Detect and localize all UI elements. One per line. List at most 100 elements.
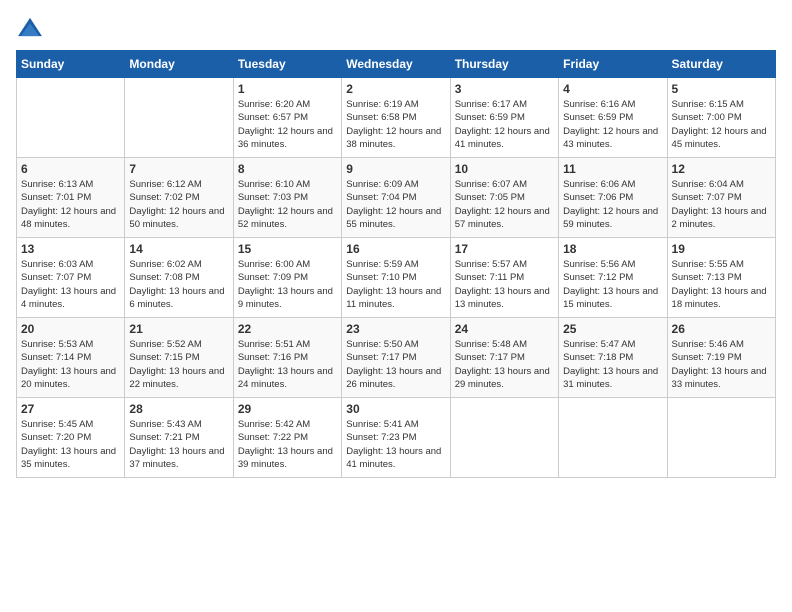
calendar-cell xyxy=(17,78,125,158)
day-info: Sunrise: 6:09 AM Sunset: 7:04 PM Dayligh… xyxy=(346,178,445,231)
day-number: 25 xyxy=(563,322,662,336)
weekday-header: Sunday xyxy=(17,51,125,78)
day-number: 10 xyxy=(455,162,554,176)
day-number: 23 xyxy=(346,322,445,336)
weekday-header: Friday xyxy=(559,51,667,78)
day-info: Sunrise: 5:50 AM Sunset: 7:17 PM Dayligh… xyxy=(346,338,445,391)
day-info: Sunrise: 5:47 AM Sunset: 7:18 PM Dayligh… xyxy=(563,338,662,391)
day-number: 30 xyxy=(346,402,445,416)
day-number: 5 xyxy=(672,82,771,96)
calendar-cell: 5 Sunrise: 6:15 AM Sunset: 7:00 PM Daylig… xyxy=(667,78,775,158)
day-number: 26 xyxy=(672,322,771,336)
calendar-week-row: 27Sunrise: 5:45 AM Sunset: 7:20 PM Dayli… xyxy=(17,398,776,478)
day-info: Sunrise: 6:17 AM Sunset: 6:59 PM Dayligh… xyxy=(455,98,554,151)
weekday-header: Monday xyxy=(125,51,233,78)
calendar-cell: 4Sunrise: 6:16 AM Sunset: 6:59 PM Daylig… xyxy=(559,78,667,158)
day-number: 9 xyxy=(346,162,445,176)
day-info: Sunrise: 6:15 AM Sunset: 7:00 PM Dayligh… xyxy=(672,98,771,151)
calendar-cell: 16 Sunrise: 5:59 AM Sunset: 7:10 PM Dayli… xyxy=(342,238,450,318)
day-info: Sunrise: 6:04 AM Sunset: 7:07 PM Dayligh… xyxy=(672,178,771,231)
calendar-cell: 7 Sunrise: 6:12 AM Sunset: 7:02 PM Daylig… xyxy=(125,158,233,238)
calendar-cell: 1Sunrise: 6:20 AM Sunset: 6:57 PM Daylig… xyxy=(233,78,341,158)
calendar-cell: 8 Sunrise: 6:10 AM Sunset: 7:03 PM Daylig… xyxy=(233,158,341,238)
page-header xyxy=(16,16,776,38)
day-number: 7 xyxy=(129,162,228,176)
day-number: 22 xyxy=(238,322,337,336)
calendar-cell: 14 Sunrise: 6:02 AM Sunset: 7:08 PM Dayli… xyxy=(125,238,233,318)
calendar-cell xyxy=(667,398,775,478)
day-info: Sunrise: 6:07 AM Sunset: 7:05 PM Dayligh… xyxy=(455,178,554,231)
day-info: Sunrise: 5:43 AM Sunset: 7:21 PM Dayligh… xyxy=(129,418,228,471)
day-number: 8 xyxy=(238,162,337,176)
logo-icon xyxy=(16,16,44,38)
day-info: Sunrise: 6:06 AM Sunset: 7:06 PM Dayligh… xyxy=(563,178,662,231)
weekday-header: Thursday xyxy=(450,51,558,78)
weekday-header: Saturday xyxy=(667,51,775,78)
calendar-cell: 9 Sunrise: 6:09 AM Sunset: 7:04 PM Daylig… xyxy=(342,158,450,238)
day-number: 6 xyxy=(21,162,120,176)
day-info: Sunrise: 6:13 AM Sunset: 7:01 PM Dayligh… xyxy=(21,178,120,231)
day-info: Sunrise: 6:10 AM Sunset: 7:03 PM Dayligh… xyxy=(238,178,337,231)
day-number: 17 xyxy=(455,242,554,256)
day-info: Sunrise: 5:42 AM Sunset: 7:22 PM Dayligh… xyxy=(238,418,337,471)
day-number: 15 xyxy=(238,242,337,256)
day-info: Sunrise: 5:56 AM Sunset: 7:12 PM Dayligh… xyxy=(563,258,662,311)
calendar-cell: 10 Sunrise: 6:07 AM Sunset: 7:05 PM Dayli… xyxy=(450,158,558,238)
day-number: 2 xyxy=(346,82,445,96)
calendar-cell: 3 Sunrise: 6:17 AM Sunset: 6:59 PM Daylig… xyxy=(450,78,558,158)
calendar-cell xyxy=(125,78,233,158)
calendar-cell: 24Sunrise: 5:48 AM Sunset: 7:17 PM Dayli… xyxy=(450,318,558,398)
calendar-cell: 22 Sunrise: 5:51 AM Sunset: 7:16 PM Dayli… xyxy=(233,318,341,398)
day-info: Sunrise: 5:53 AM Sunset: 7:14 PM Dayligh… xyxy=(21,338,120,391)
day-number: 16 xyxy=(346,242,445,256)
day-info: Sunrise: 6:02 AM Sunset: 7:08 PM Dayligh… xyxy=(129,258,228,311)
logo xyxy=(16,16,48,38)
calendar-cell: 30 Sunrise: 5:41 AM Sunset: 7:23 PM Dayli… xyxy=(342,398,450,478)
calendar-cell: 6 Sunrise: 6:13 AM Sunset: 7:01 PM Daylig… xyxy=(17,158,125,238)
calendar-cell: 13 Sunrise: 6:03 AM Sunset: 7:07 PM Dayli… xyxy=(17,238,125,318)
calendar-week-row: 1Sunrise: 6:20 AM Sunset: 6:57 PM Daylig… xyxy=(17,78,776,158)
day-number: 12 xyxy=(672,162,771,176)
calendar-week-row: 13 Sunrise: 6:03 AM Sunset: 7:07 PM Dayli… xyxy=(17,238,776,318)
calendar-cell: 15 Sunrise: 6:00 AM Sunset: 7:09 PM Dayli… xyxy=(233,238,341,318)
calendar-cell: 19 Sunrise: 5:55 AM Sunset: 7:13 PM Dayli… xyxy=(667,238,775,318)
day-info: Sunrise: 6:12 AM Sunset: 7:02 PM Dayligh… xyxy=(129,178,228,231)
day-info: Sunrise: 5:59 AM Sunset: 7:10 PM Dayligh… xyxy=(346,258,445,311)
calendar-cell: 26 Sunrise: 5:46 AM Sunset: 7:19 PM Dayli… xyxy=(667,318,775,398)
day-info: Sunrise: 5:41 AM Sunset: 7:23 PM Dayligh… xyxy=(346,418,445,471)
day-number: 4 xyxy=(563,82,662,96)
day-number: 20 xyxy=(21,322,120,336)
day-info: Sunrise: 5:46 AM Sunset: 7:19 PM Dayligh… xyxy=(672,338,771,391)
day-number: 19 xyxy=(672,242,771,256)
day-info: Sunrise: 5:55 AM Sunset: 7:13 PM Dayligh… xyxy=(672,258,771,311)
day-info: Sunrise: 5:45 AM Sunset: 7:20 PM Dayligh… xyxy=(21,418,120,471)
calendar-cell: 20 Sunrise: 5:53 AM Sunset: 7:14 PM Dayli… xyxy=(17,318,125,398)
calendar-cell: 27Sunrise: 5:45 AM Sunset: 7:20 PM Dayli… xyxy=(17,398,125,478)
day-info: Sunrise: 6:19 AM Sunset: 6:58 PM Dayligh… xyxy=(346,98,445,151)
day-info: Sunrise: 5:51 AM Sunset: 7:16 PM Dayligh… xyxy=(238,338,337,391)
weekday-header: Tuesday xyxy=(233,51,341,78)
day-info: Sunrise: 6:00 AM Sunset: 7:09 PM Dayligh… xyxy=(238,258,337,311)
calendar-cell xyxy=(450,398,558,478)
day-number: 3 xyxy=(455,82,554,96)
calendar-week-row: 20 Sunrise: 5:53 AM Sunset: 7:14 PM Dayli… xyxy=(17,318,776,398)
calendar-week-row: 6 Sunrise: 6:13 AM Sunset: 7:01 PM Daylig… xyxy=(17,158,776,238)
calendar-cell: 11 Sunrise: 6:06 AM Sunset: 7:06 PM Dayli… xyxy=(559,158,667,238)
day-info: Sunrise: 5:52 AM Sunset: 7:15 PM Dayligh… xyxy=(129,338,228,391)
calendar-cell: 21 Sunrise: 5:52 AM Sunset: 7:15 PM Dayli… xyxy=(125,318,233,398)
day-number: 11 xyxy=(563,162,662,176)
day-number: 24 xyxy=(455,322,554,336)
day-number: 14 xyxy=(129,242,228,256)
day-number: 21 xyxy=(129,322,228,336)
day-number: 28 xyxy=(129,402,228,416)
calendar-cell: 25 Sunrise: 5:47 AM Sunset: 7:18 PM Dayli… xyxy=(559,318,667,398)
day-number: 1 xyxy=(238,82,337,96)
day-info: Sunrise: 6:03 AM Sunset: 7:07 PM Dayligh… xyxy=(21,258,120,311)
calendar-cell: 29Sunrise: 5:42 AM Sunset: 7:22 PM Dayli… xyxy=(233,398,341,478)
calendar-cell: 18 Sunrise: 5:56 AM Sunset: 7:12 PM Dayli… xyxy=(559,238,667,318)
day-number: 13 xyxy=(21,242,120,256)
calendar-cell: 17 Sunrise: 5:57 AM Sunset: 7:11 PM Dayli… xyxy=(450,238,558,318)
day-info: Sunrise: 5:57 AM Sunset: 7:11 PM Dayligh… xyxy=(455,258,554,311)
day-number: 18 xyxy=(563,242,662,256)
calendar-cell: 23 Sunrise: 5:50 AM Sunset: 7:17 PM Dayli… xyxy=(342,318,450,398)
